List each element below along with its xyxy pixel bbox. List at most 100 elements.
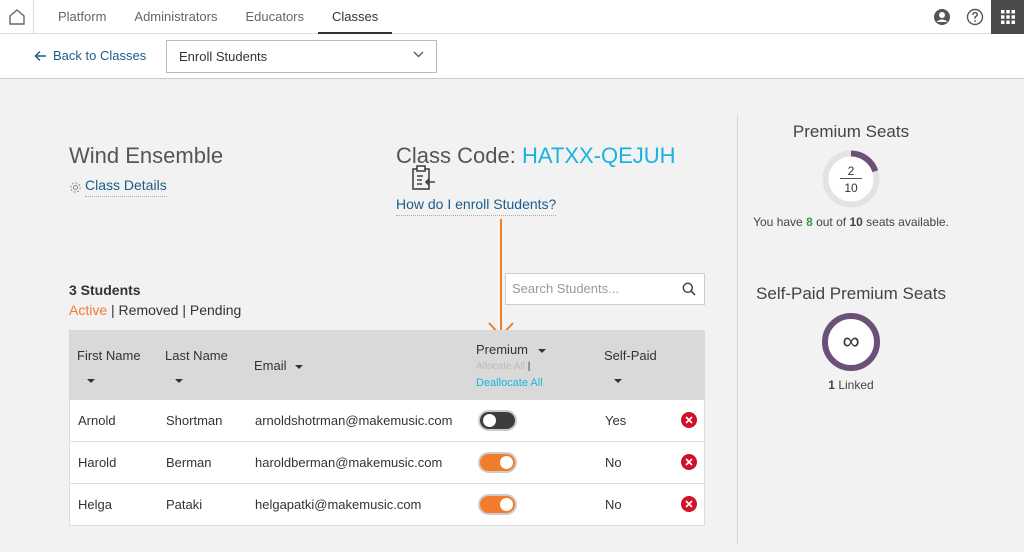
class-code-value: HATXX-QEJUH (521, 143, 676, 168)
avail-prefix: You have (753, 215, 807, 229)
gear-icon (70, 181, 81, 193)
cell-last-name: Shortman (166, 413, 223, 428)
col-email-label: Email (254, 358, 287, 373)
apps-grid-button[interactable] (991, 0, 1024, 34)
sort-caret-icon (537, 348, 546, 353)
student-count: 3 Students (69, 282, 141, 298)
search-icon[interactable] (682, 282, 696, 296)
premium-toggle[interactable] (478, 452, 517, 473)
toggle-knob (483, 414, 496, 427)
class-code: Class Code: HATXX-QEJUH (396, 143, 676, 169)
sort-caret-icon (87, 378, 95, 383)
clipboard-icon[interactable] (409, 164, 437, 192)
close-icon (685, 458, 693, 466)
sort-caret-icon (614, 378, 622, 383)
nav-right-icons (925, 0, 1024, 34)
seats-available-text: You have 8 out of 10 seats available. (738, 215, 964, 229)
how-to-enroll-link[interactable]: How do I enroll Students? (396, 196, 557, 216)
table-row: Harold Berman haroldberman@makemusic.com… (69, 442, 705, 484)
infinity-ring: ∞ (822, 313, 880, 371)
col-first-name-label: First Name (77, 348, 141, 363)
col-self-paid[interactable]: Self-Paid (604, 348, 657, 387)
help-button[interactable] (958, 0, 991, 34)
sub-toolbar: Back to Classes Enroll Students (0, 34, 1024, 79)
action-select-value: Enroll Students (179, 49, 268, 64)
infinity-icon: ∞ (842, 328, 860, 355)
filter-active[interactable]: Active (69, 302, 107, 318)
remove-student-button[interactable] (681, 454, 697, 470)
linked-count: 1 (828, 378, 835, 392)
chevron-down-icon (413, 51, 424, 58)
avail-count: 8 (806, 215, 813, 229)
tab-administrators[interactable]: Administrators (120, 0, 231, 34)
col-email[interactable]: Email (254, 358, 304, 373)
filter-separator: | (111, 302, 115, 318)
allocate-all-link[interactable]: Allocate All | (476, 361, 530, 372)
action-select[interactable]: Enroll Students (166, 40, 437, 73)
main-tabs: Platform Administrators Educators Classe… (44, 0, 393, 34)
premium-seats-donut (822, 150, 880, 208)
alloc-separator: | (527, 361, 531, 372)
cell-last-name: Pataki (166, 497, 203, 512)
cell-self-paid: Yes (605, 413, 627, 428)
remove-student-button[interactable] (681, 412, 697, 428)
col-premium-label: Premium (476, 342, 529, 357)
filter-pending[interactable]: Pending (190, 302, 241, 318)
home-icon (8, 9, 25, 25)
avail-suffix: seats available. (862, 215, 949, 229)
panel-divider (737, 115, 738, 545)
col-premium[interactable]: Premium (476, 342, 546, 357)
avail-total: 10 (849, 215, 863, 229)
class-title: Wind Ensemble (69, 143, 224, 168)
back-to-classes-link[interactable]: Back to Classes (34, 48, 146, 63)
student-filters: Active | Removed | Pending (69, 302, 241, 318)
filter-separator: | (182, 302, 186, 318)
arrow-left-icon (34, 50, 46, 61)
avail-mid: out of (812, 215, 850, 229)
premium-toggle[interactable] (478, 410, 517, 431)
self-paid-seats-title: Self-Paid Premium Seats (756, 284, 946, 303)
table-row: Helga Pataki helgapatki@makemusic.com No (69, 484, 705, 526)
search-placeholder: Search Students... (512, 281, 619, 296)
account-icon (933, 9, 950, 25)
tab-educators[interactable]: Educators (231, 0, 318, 34)
top-navigation: Platform Administrators Educators Classe… (0, 0, 1024, 34)
cell-first-name: Arnold (78, 413, 116, 428)
toggle-knob (500, 498, 513, 511)
sort-caret-icon (295, 364, 304, 369)
cell-email: haroldberman@makemusic.com (255, 455, 443, 470)
deallocate-all-link[interactable]: Deallocate All (476, 377, 543, 389)
col-first-name[interactable]: First Name (77, 348, 141, 387)
class-details-link[interactable]: Class Details (69, 177, 167, 197)
col-last-name[interactable]: Last Name (165, 348, 228, 387)
cell-self-paid: No (605, 497, 622, 512)
students-table-header: First Name Last Name Email Premium Alloc… (69, 330, 705, 400)
cell-email: arnoldshotrman@makemusic.com (255, 413, 453, 428)
sort-caret-icon (175, 378, 183, 383)
cell-self-paid: No (605, 455, 622, 470)
class-details-label: Class Details (85, 177, 167, 197)
col-last-name-label: Last Name (165, 348, 228, 363)
filter-removed[interactable]: Removed (119, 302, 179, 318)
linked-count-text: 1 Linked (738, 378, 964, 392)
cell-email: helgapatki@makemusic.com (255, 497, 422, 512)
search-students-input[interactable]: Search Students... (505, 273, 705, 305)
cell-first-name: Harold (78, 455, 117, 470)
cell-first-name: Helga (78, 497, 112, 512)
cell-last-name: Berman (166, 455, 212, 470)
seats-used: 2 (847, 164, 855, 178)
toggle-knob (500, 456, 513, 469)
back-label: Back to Classes (53, 48, 147, 63)
account-button[interactable] (925, 0, 958, 34)
linked-label: Linked (834, 378, 874, 392)
home-button[interactable] (0, 0, 34, 34)
seats-total: 10 (844, 181, 858, 195)
tab-platform[interactable]: Platform (44, 0, 120, 34)
apps-grid-icon (1000, 10, 1015, 24)
premium-toggle[interactable] (478, 494, 517, 515)
premium-seats-title: Premium Seats (792, 122, 910, 141)
tab-classes[interactable]: Classes (318, 0, 393, 34)
annotation-arrow-line (500, 219, 502, 334)
col-self-paid-label: Self-Paid (604, 348, 657, 363)
remove-student-button[interactable] (681, 496, 697, 512)
